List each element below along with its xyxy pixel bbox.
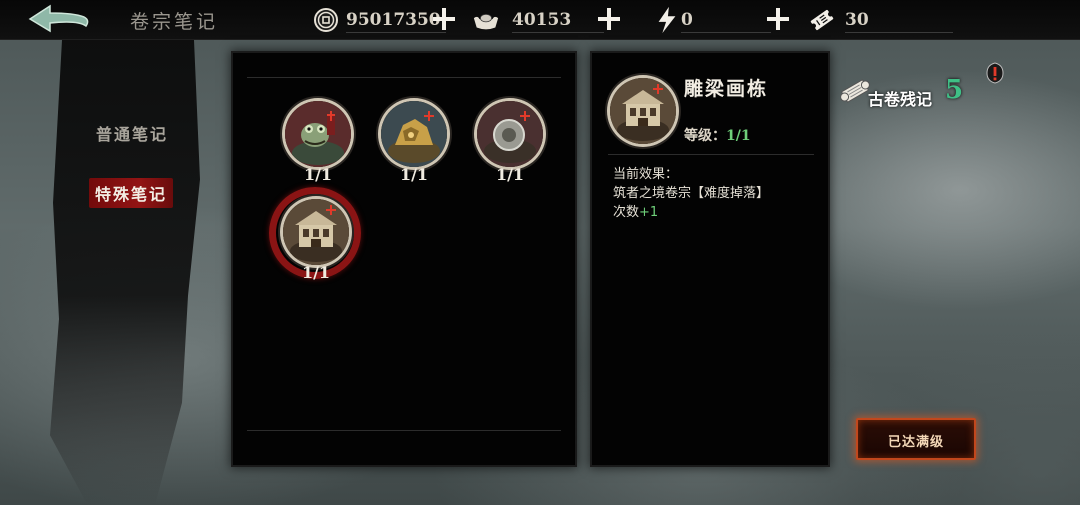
- scroll-icon: [840, 79, 870, 103]
- alert-icon[interactable]: [985, 62, 1005, 84]
- silver-ingot-icon: [473, 14, 499, 30]
- note-item[interactable]: 1/1: [379, 101, 449, 191]
- panel-bottom-rule: [247, 430, 561, 431]
- category-special-notes[interactable]: 特殊笔记: [89, 178, 174, 208]
- ticket-underline: [845, 32, 953, 33]
- page-title: 卷宗笔记: [130, 11, 219, 33]
- note-item-selected[interactable]: 1/1: [269, 187, 361, 289]
- effect-text: 筑者之境卷宗【难度掉落】: [613, 186, 770, 201]
- panel-top-rule: [247, 77, 561, 78]
- note-count: 1/1: [399, 165, 429, 184]
- note-level: 等级：1/1: [684, 125, 751, 145]
- stone-disc-icon: [477, 101, 543, 167]
- add-copper-button[interactable]: [433, 8, 455, 30]
- note-count: 1/1: [495, 165, 525, 184]
- effect-bonus-value: +1: [639, 205, 659, 220]
- scroll-count: 5: [945, 75, 964, 105]
- frog-scholar-icon: [285, 101, 351, 167]
- category-normal-notes[interactable]: 普通笔记: [96, 121, 168, 145]
- stamina-underline: [681, 32, 771, 33]
- category-sidebar: [50, 40, 200, 505]
- copper-value: 95017350: [346, 10, 441, 30]
- stamina-value: 0: [681, 10, 693, 30]
- max-level-label: 已达满级: [887, 435, 944, 450]
- detail-divider: [608, 154, 814, 155]
- top-bar: 卷宗笔记 95017350 40153 0 30: [0, 0, 1080, 40]
- notes-grid-panel: 1/1 1/1 1/1 1/1: [233, 53, 575, 465]
- golden-treasure-icon: [381, 101, 447, 167]
- back-button[interactable]: [26, 4, 94, 36]
- note-count: 1/1: [303, 165, 333, 184]
- add-stamina-button[interactable]: [767, 8, 789, 30]
- resource-ticket: 30: [808, 4, 958, 36]
- effect-label: 当前效果：: [613, 167, 679, 182]
- effect-bonus-line: 次数+1: [613, 201, 658, 220]
- level-value: 1/1: [726, 128, 751, 144]
- resource-silver: 40153: [472, 4, 612, 36]
- carved-pavilion-icon: [610, 78, 676, 144]
- max-level-button[interactable]: 已达满级: [856, 418, 976, 460]
- back-arrow-icon: [28, 4, 89, 33]
- silver-value: 40153: [512, 10, 572, 30]
- copper-underline: [346, 32, 446, 33]
- note-name: 雕梁画栋: [684, 78, 769, 100]
- resource-copper: 95017350: [312, 4, 452, 36]
- ticket-icon: [810, 9, 834, 31]
- effect-bonus-prefix: 次数: [613, 205, 640, 220]
- note-item[interactable]: 1/1: [283, 101, 353, 191]
- silver-underline: [512, 32, 604, 33]
- scroll-label: 古卷残记: [868, 90, 933, 109]
- note-item[interactable]: 1/1: [475, 101, 545, 191]
- copper-coin-icon: [314, 8, 338, 32]
- resource-stamina: 0: [653, 4, 783, 36]
- carved-pavilion-icon: [283, 199, 349, 265]
- lightning-icon: [658, 6, 676, 34]
- level-label: 等级：: [684, 128, 726, 144]
- note-count: 1/1: [301, 263, 331, 282]
- add-silver-button[interactable]: [598, 8, 620, 30]
- ticket-value: 30: [845, 10, 869, 30]
- note-detail-panel: 雕梁画栋 等级：1/1 当前效果： 筑者之境卷宗【难度掉落】 次数+1: [592, 53, 828, 465]
